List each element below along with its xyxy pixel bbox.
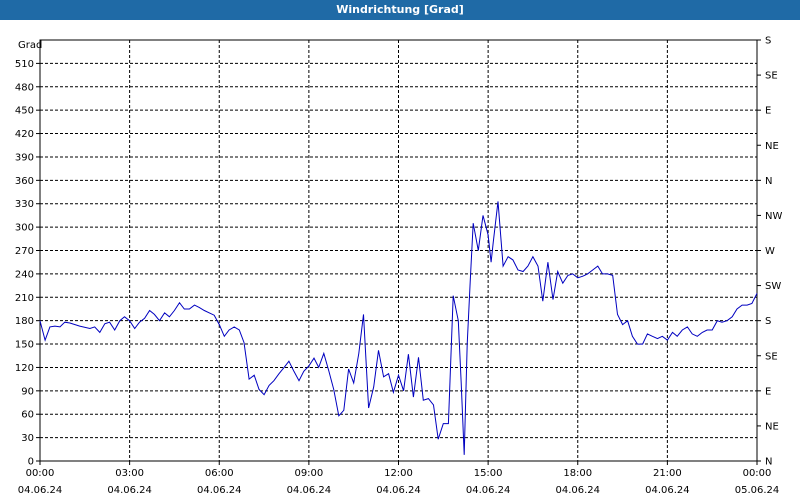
- x-axis: 00:00 04.06.24 03:00 04.06.24 06:00 04.06.24 0…: [18, 461, 780, 496]
- x-tick-time: 09:00: [294, 468, 323, 479]
- x-tick-date: 04.06.24: [287, 485, 332, 496]
- y-tick-label: 30: [21, 433, 34, 444]
- y-tick-label: 210: [15, 293, 34, 304]
- chart-title: Windrichtung [Grad]: [0, 0, 800, 20]
- x-tick-date: 04.06.24: [555, 485, 600, 496]
- x-tick-time: 00:00: [743, 468, 772, 479]
- x-tick-date: 04.06.24: [376, 485, 421, 496]
- y-tick-label: 330: [15, 199, 34, 210]
- x-tick-date: 04.06.24: [107, 485, 152, 496]
- y-tick-label: 450: [15, 106, 34, 117]
- x-tick-time: 12:00: [384, 468, 413, 479]
- y-tick-label: 270: [15, 246, 34, 257]
- y-tick-label: 420: [15, 129, 34, 140]
- right-tick-label: E: [765, 106, 771, 117]
- wind-direction-chart: 0 30 60 90 120 150 180 210 240 270 300 330 360 390 420…: [15, 36, 783, 497]
- right-tick-label: SE: [765, 71, 778, 82]
- y-tick-label: 60: [21, 410, 34, 421]
- y-tick-label: 120: [15, 363, 34, 374]
- y-tick-label: 390: [15, 152, 34, 163]
- y-axis: 0 30 60 90 120 150 180 210 240 270 300 330 360 390 420…: [15, 59, 40, 468]
- y-axis-label: Grad: [18, 40, 42, 51]
- right-tick-label: NE: [765, 421, 779, 432]
- x-tick-time: 21:00: [653, 468, 682, 479]
- x-tick-time: 15:00: [474, 468, 503, 479]
- y-tick-label: 480: [15, 82, 34, 93]
- x-tick-date: 04.06.24: [197, 485, 242, 496]
- right-tick-label: S: [765, 316, 771, 327]
- right-tick-label: NE: [765, 141, 779, 152]
- y-tick-label: 90: [21, 386, 34, 397]
- y-tick-label: 510: [15, 59, 34, 70]
- y-tick-label: 300: [15, 223, 34, 234]
- x-tick-date: 05.06.24: [735, 485, 780, 496]
- y-tick-label: 360: [15, 176, 34, 187]
- x-tick-time: 00:00: [26, 468, 55, 479]
- right-axis: N NE E SE S SW W NW N NE E SE S: [757, 36, 782, 468]
- x-tick-time: 06:00: [205, 468, 234, 479]
- x-tick-date: 04.06.24: [18, 485, 63, 496]
- y-tick-label: 150: [15, 340, 34, 351]
- right-tick-label: N: [765, 457, 772, 468]
- x-tick-time: 03:00: [115, 468, 144, 479]
- right-tick-label: NW: [765, 211, 782, 222]
- x-tick-date: 04.06.24: [645, 485, 690, 496]
- y-tick-label: 180: [15, 316, 34, 327]
- y-tick-label: 240: [15, 269, 34, 280]
- right-tick-label: SE: [765, 351, 778, 362]
- x-tick-date: 04.06.24: [466, 485, 511, 496]
- x-tick-time: 18:00: [563, 468, 592, 479]
- right-tick-label: SW: [765, 281, 781, 292]
- right-tick-label: E: [765, 386, 771, 397]
- y-tick-label: 0: [28, 457, 34, 468]
- right-tick-label: S: [765, 36, 771, 47]
- right-tick-label: N: [765, 176, 772, 187]
- right-tick-label: W: [765, 246, 775, 257]
